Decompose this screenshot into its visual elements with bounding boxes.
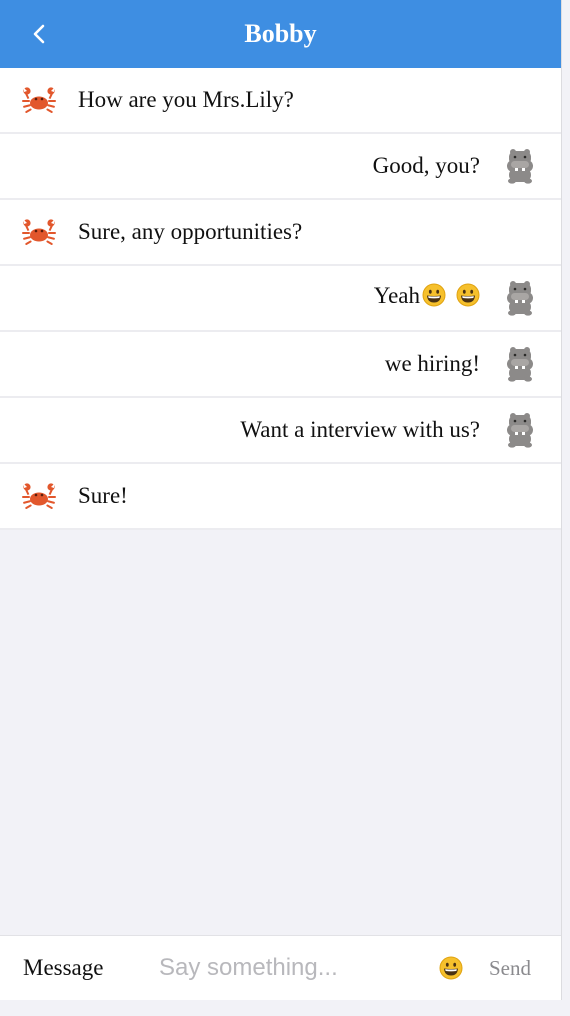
page-title: Bobby — [244, 19, 317, 48]
hippo-icon — [507, 413, 533, 448]
avatar — [21, 82, 57, 118]
message-text: we hiring! — [384, 351, 480, 376]
message-text: Good, you? — [372, 153, 480, 178]
message-label: Message — [23, 955, 104, 980]
message-row: Good, you? — [0, 134, 561, 200]
grinning-face-icon — [456, 283, 480, 313]
back-button[interactable] — [28, 20, 52, 48]
composer-bar: Message Send — [0, 935, 561, 1000]
emoji-button[interactable] — [437, 954, 465, 982]
message-row: Want a interview with us? — [0, 398, 561, 464]
hippo-icon — [507, 347, 533, 382]
message-list: How are you Mrs.Lily? Good, you? Sure, a… — [0, 68, 561, 530]
message-row: How are you Mrs.Lily? — [0, 68, 561, 134]
message-text: Sure! — [78, 483, 128, 508]
header-bar: Bobby — [0, 0, 561, 68]
message-text: Sure, any opportunities? — [78, 219, 303, 244]
message-text: Want a interview with us? — [240, 417, 480, 442]
crab-icon — [22, 483, 56, 509]
avatar — [502, 346, 538, 382]
avatar — [502, 412, 538, 448]
avatar — [502, 280, 538, 316]
message-text-content: Yeah — [373, 283, 420, 308]
message-row: we hiring! — [0, 332, 561, 398]
grinning-face-icon — [439, 956, 463, 980]
crab-icon — [22, 87, 56, 113]
message-input[interactable] — [157, 953, 431, 983]
message-row: Sure, any opportunities? — [0, 200, 561, 266]
grinning-face-icon — [422, 283, 446, 313]
message-text: How are you Mrs.Lily? — [78, 87, 294, 112]
hippo-icon — [507, 149, 533, 184]
chat-screen: Bobby How are you Mrs.Lily? Good, you? S… — [0, 0, 562, 1000]
message-row: Yeah — [0, 266, 561, 332]
avatar — [21, 214, 57, 250]
message-row: Sure! — [0, 464, 561, 530]
avatar — [21, 478, 57, 514]
chevron-left-icon — [33, 24, 45, 44]
crab-icon — [22, 219, 56, 245]
avatar — [502, 148, 538, 184]
message-text: Yeah — [374, 283, 480, 313]
hippo-icon — [507, 281, 533, 316]
send-button[interactable]: Send — [489, 956, 531, 981]
